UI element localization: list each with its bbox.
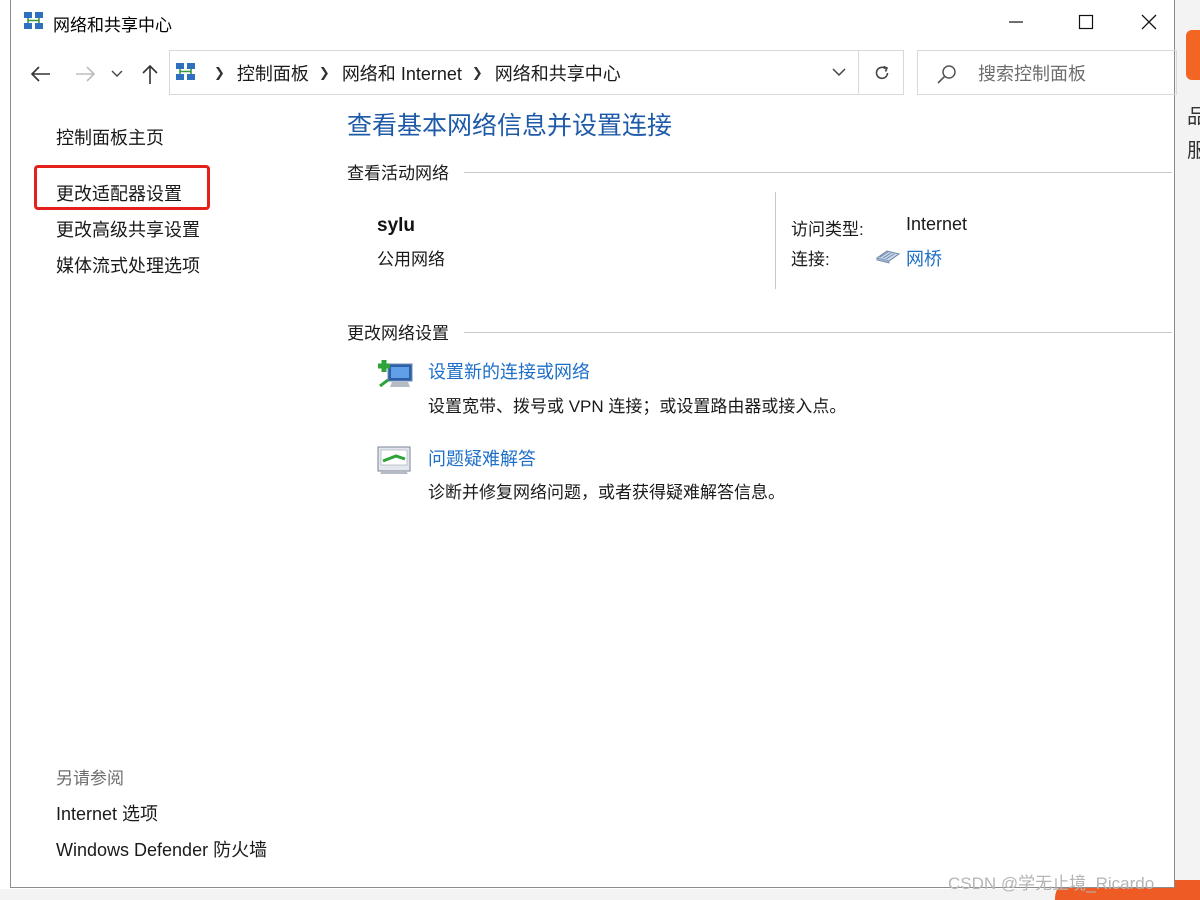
change-advanced-sharing-link[interactable]: 更改高级共享设置 <box>56 216 200 242</box>
troubleshoot-icon <box>377 446 411 474</box>
recent-locations-button[interactable] <box>107 58 127 90</box>
network-name: sylu <box>377 215 416 236</box>
network-sharing-center-window: 网络和共享中心 ❯ 控制面板 ❯ 网络和 Internet ❯ 网络和共享中心 … <box>10 0 1177 888</box>
change-network-settings-heading: 更改网络设置 <box>347 324 449 343</box>
refresh-button[interactable] <box>858 51 904 94</box>
section-divider <box>464 332 1172 333</box>
background-orange-tab <box>1186 30 1200 80</box>
back-button[interactable] <box>25 58 55 90</box>
minimize-button[interactable] <box>981 0 1051 44</box>
minimize-icon <box>1009 21 1023 23</box>
change-adapter-settings-link[interactable]: 更改适配器设置 <box>56 180 182 206</box>
active-networks-heading: 查看活动网络 <box>347 164 449 183</box>
network-icon <box>24 12 43 29</box>
chevron-right-icon[interactable]: ❯ <box>214 65 225 81</box>
arrow-right-icon <box>76 66 96 82</box>
forward-button[interactable] <box>71 58 101 90</box>
search-box[interactable] <box>917 50 1177 95</box>
see-also-heading: 另请参阅 <box>56 769 124 788</box>
background-char: 服 <box>1187 140 1200 162</box>
close-icon <box>1141 14 1156 30</box>
title-bar[interactable]: 网络和共享中心 <box>11 0 1174 44</box>
troubleshoot-problems-desc: 诊断并修复网络问题，或者获得疑难解答信息。 <box>428 483 785 502</box>
search-input[interactable] <box>976 59 1160 89</box>
chevron-down-icon <box>832 68 846 77</box>
maximize-icon <box>1078 14 1094 30</box>
network-bridge-link[interactable]: 网桥 <box>906 245 942 271</box>
control-panel-icon <box>176 63 195 80</box>
search-icon <box>937 65 956 84</box>
access-type-value: Internet <box>906 214 968 234</box>
window-title: 网络和共享中心 <box>53 16 172 35</box>
background-partial-text: 品 服 <box>1187 100 1200 168</box>
arrow-up-icon <box>142 64 158 84</box>
setup-new-connection-desc: 设置宽带、拨号或 VPN 连接；或设置路由器或接入点。 <box>428 397 847 416</box>
network-info-divider <box>775 192 776 289</box>
arrow-left-icon <box>30 66 50 82</box>
up-button[interactable] <box>135 58 165 90</box>
media-streaming-options-link[interactable]: 媒体流式处理选项 <box>56 252 200 278</box>
csdn-watermark: CSDN @学无止境_Ricardo <box>948 874 1155 893</box>
breadcrumb-control-panel[interactable]: 控制面板 <box>237 60 309 86</box>
network-type: 公用网络 <box>377 250 445 269</box>
breadcrumb: ❯ 控制面板 ❯ 网络和 Internet ❯ 网络和共享中心 <box>204 51 621 94</box>
connections-label: 连接: <box>791 250 830 269</box>
setup-new-connection-link[interactable]: 设置新的连接或网络 <box>428 358 590 384</box>
new-connection-icon <box>378 360 413 388</box>
breadcrumb-network-sharing-center[interactable]: 网络和共享中心 <box>495 60 621 86</box>
chevron-right-icon[interactable]: ❯ <box>319 65 330 81</box>
control-panel-home-link[interactable]: 控制面板主页 <box>56 124 164 150</box>
access-type-label: 访问类型: <box>791 220 864 239</box>
chevron-right-icon[interactable]: ❯ <box>472 65 483 81</box>
network-bridge-icon <box>875 250 901 264</box>
refresh-icon <box>875 65 888 79</box>
internet-options-link[interactable]: Internet 选项 <box>56 800 158 826</box>
breadcrumb-network-internet[interactable]: 网络和 Internet <box>342 60 462 86</box>
troubleshoot-problems-link[interactable]: 问题疑难解答 <box>428 445 536 471</box>
page-title: 查看基本网络信息并设置连接 <box>347 112 673 140</box>
windows-defender-firewall-link[interactable]: Windows Defender 防火墙 <box>56 836 267 862</box>
maximize-button[interactable] <box>1051 0 1121 44</box>
close-button[interactable] <box>1121 0 1176 44</box>
section-divider <box>464 172 1172 173</box>
chevron-down-icon <box>111 70 123 77</box>
address-history-dropdown[interactable] <box>820 51 858 94</box>
background-char: 品 <box>1187 106 1200 128</box>
address-bar[interactable]: ❯ 控制面板 ❯ 网络和 Internet ❯ 网络和共享中心 <box>169 50 904 95</box>
